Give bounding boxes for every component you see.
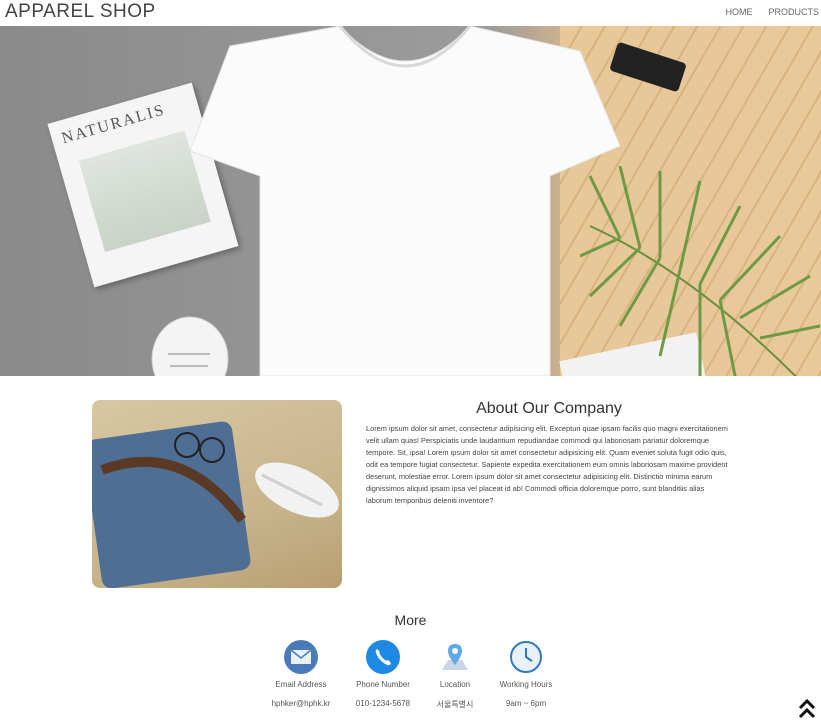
bag-and-sneakers-image (92, 421, 339, 588)
more-item-location: Location 서울특별시 (415, 640, 495, 710)
main-nav: HOME PRODUCTS (725, 7, 819, 17)
hours-label: Working Hours (499, 680, 553, 689)
scroll-to-top-icon[interactable] (797, 698, 817, 720)
location-label: Location (439, 680, 471, 689)
palm-leaf-prop (580, 166, 820, 376)
phone-value[interactable]: 010-1234-5678 (343, 699, 423, 708)
more-item-phone: Phone Number 010-1234-5678 (343, 640, 423, 708)
location-icon (442, 644, 468, 670)
about-body-text: Lorem ipsum dolor sit amet, consectetur … (366, 424, 728, 505)
about-title: About Our Company (476, 400, 622, 417)
phone-icon (366, 640, 400, 674)
location-value[interactable]: 서울특별시 (415, 699, 495, 710)
email-icon (284, 640, 318, 674)
white-tshirt-image (190, 26, 620, 376)
site-logo[interactable]: APPAREL SHOP (5, 1, 156, 23)
about-photo (92, 400, 342, 588)
more-item-email: Email Address hphker@hphk.kr (261, 640, 341, 708)
more-section-title: More (394, 612, 427, 628)
phone-label: Phone Number (356, 680, 410, 689)
hours-value: 9am ~ 6pm (505, 699, 547, 708)
site-header: APPAREL SHOP HOME PRODUCTS (0, 0, 821, 26)
sneaker-prop (151, 316, 229, 376)
hero-image: NATURALIS (0, 26, 821, 376)
email-value[interactable]: hphker@hphk.kr (261, 699, 341, 708)
clock-icon (510, 641, 542, 673)
nav-products-link[interactable]: PRODUCTS (768, 7, 819, 17)
more-item-hours: Working Hours 9am ~ 6pm (486, 640, 566, 708)
email-label: Email Address (275, 680, 327, 689)
nav-home-link[interactable]: HOME (725, 7, 752, 17)
